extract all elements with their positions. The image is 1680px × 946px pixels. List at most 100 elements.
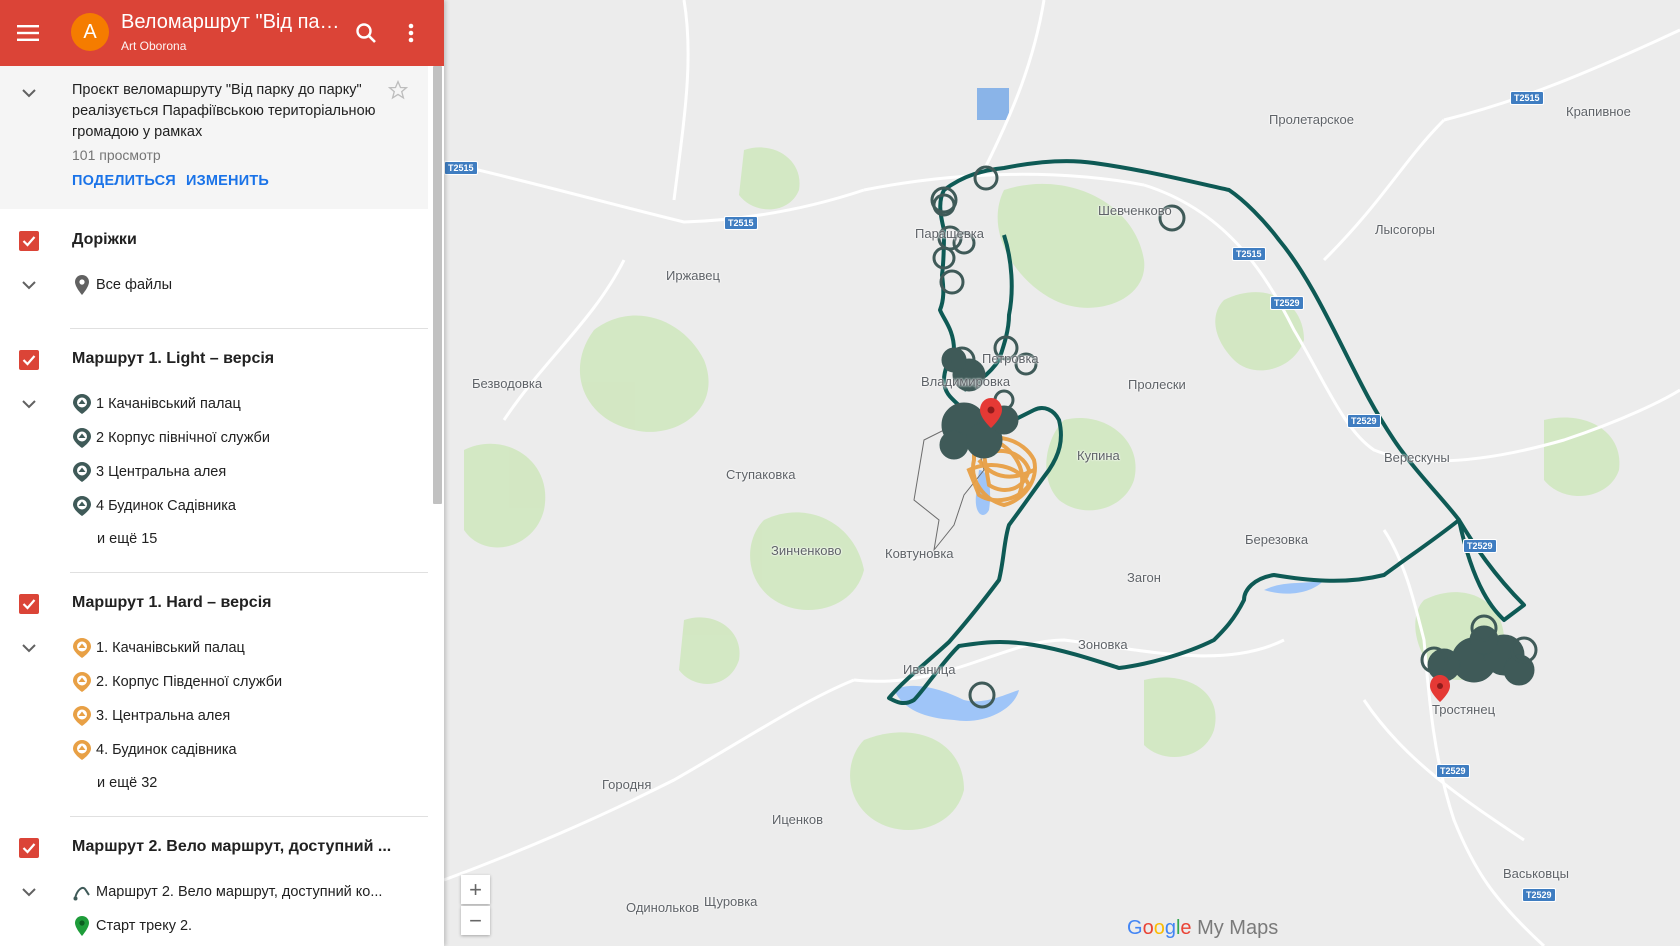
map-header: A Веломаршрут "Від парку до парку" Art O… (0, 0, 444, 66)
collapse-description-button[interactable] (17, 81, 41, 105)
road-shield: T2515 (1510, 91, 1544, 105)
place-label: Ковтуновка (885, 546, 954, 561)
place-label: Щуровка (704, 894, 758, 909)
place-label: Загон (1127, 570, 1161, 585)
view-count: 101 просмотр (72, 147, 161, 163)
layer-title-route2[interactable]: Маршрут 2. Вело маршрут, доступний ... (72, 838, 402, 856)
layer-title-route1-hard[interactable]: Маршрут 1. Hard – версія (72, 594, 402, 612)
place-label: Владимировка (921, 374, 1011, 389)
place-label: Городня (602, 777, 652, 792)
map-description: Проєкт веломаршруту "Від парку до парку"… (72, 82, 376, 140)
layer-checkbox-tracks[interactable] (19, 231, 39, 251)
checkmark-icon (22, 236, 36, 247)
map-canvas[interactable]: Пролетарское Крапивное Шевченково Лысого… (444, 0, 1680, 946)
green-areas (464, 147, 1620, 830)
green-pin-icon (72, 915, 92, 937)
more-items-link[interactable]: и ещё 15 (97, 531, 157, 547)
place-label: Васьковцы (1503, 866, 1569, 881)
checkmark-icon (22, 843, 36, 854)
layer-item[interactable]: 3 Центральна алея (72, 460, 226, 484)
layer-item[interactable]: 4. Будинок садівника (72, 738, 237, 762)
park-marker-icon (72, 637, 92, 659)
layer-divider (70, 572, 428, 573)
layer-divider (70, 328, 428, 329)
layer-checkbox-route1-light[interactable] (19, 350, 39, 370)
layer-checkbox-route1-hard[interactable] (19, 594, 39, 614)
layer-item-label: 2 Корпус північної служби (96, 430, 270, 446)
expand-layer-route1-hard[interactable] (17, 636, 41, 660)
google-my-maps-logo: Google My Maps (1127, 917, 1279, 939)
place-label: Пролески (1128, 377, 1186, 392)
expand-layer-route2[interactable] (17, 880, 41, 904)
line-route-icon (72, 881, 92, 903)
layer-item-label: 3. Центральна алея (96, 708, 231, 724)
expand-layer-tracks[interactable] (17, 273, 41, 297)
layer-item-label: Маршрут 2. Вело маршрут, доступний ко... (96, 884, 383, 900)
place-label: Паращевка (915, 226, 984, 241)
road-shield: T2515 (724, 216, 758, 230)
chevron-down-icon (22, 280, 36, 289)
layer-item[interactable]: Старт треку 2. (72, 914, 192, 938)
park-marker-icon (72, 705, 92, 727)
more-items-link[interactable]: и ещё 32 (97, 775, 157, 791)
place-label: Шевченково (1098, 203, 1172, 218)
road-shield: T2529 (1270, 296, 1304, 310)
layer-item[interactable]: Маршрут 2. Вело маршрут, доступний ко... (72, 880, 382, 904)
share-button[interactable]: ПОДЕЛИТЬСЯ (72, 173, 176, 189)
layer-title-route1-light[interactable]: Маршрут 1. Light – версія (72, 350, 402, 368)
place-label: Крапивное (1566, 104, 1631, 119)
layer-item[interactable]: 1. Качанівський палац (72, 636, 245, 660)
chevron-down-icon (22, 88, 36, 97)
layer-item[interactable]: 4 Будинок Садівника (72, 494, 236, 518)
place-label: Одинольков (626, 900, 700, 915)
road-shield: T2515 (1232, 247, 1266, 261)
map-owner[interactable]: Art Oborona (121, 39, 186, 53)
place-label: Иваница (903, 662, 956, 677)
road-shield: T2529 (1463, 539, 1497, 553)
owner-avatar[interactable]: A (71, 13, 109, 51)
expand-layer-route1-light[interactable] (17, 392, 41, 416)
more-options-button[interactable] (391, 13, 431, 53)
sidebar-panel: A Веломаршрут "Від парку до парку" Art O… (0, 0, 444, 946)
park-marker-icon (72, 393, 92, 415)
layer-item[interactable]: 2 Корпус північної служби (72, 426, 270, 450)
map-base-layer (444, 0, 1680, 946)
search-button[interactable] (346, 13, 386, 53)
park-marker-icon (72, 427, 92, 449)
layer-item-label: Старт треку 2. (96, 918, 193, 934)
layer-item-all-files[interactable]: Все файлы (72, 273, 172, 297)
description-block: Проєкт веломаршруту "Від парку до парку"… (0, 66, 428, 209)
place-label: Иценков (772, 812, 824, 827)
layer-item[interactable]: 3. Центральна алея (72, 704, 230, 728)
park-marker-icon (72, 671, 92, 693)
zoom-in-button[interactable]: + (461, 875, 490, 904)
edit-button[interactable]: ИЗМЕНИТЬ (186, 173, 269, 189)
park-marker-icon (72, 495, 92, 517)
pin-icon (72, 274, 92, 296)
star-outline-icon (387, 79, 409, 100)
sidebar-scrollbar[interactable] (433, 66, 442, 504)
layer-item-label: Все файлы (96, 277, 172, 293)
place-label: Зоновка (1078, 637, 1128, 652)
zoom-out-button[interactable]: − (461, 906, 490, 935)
place-label: Петровка (982, 351, 1039, 366)
more-vert-icon (408, 23, 414, 43)
place-label: Ступаковка (726, 467, 796, 482)
layer-item-label: 4 Будинок Садівника (96, 498, 236, 514)
layer-item[interactable]: 1 Качанівський палац (72, 392, 241, 416)
park-marker-icon (72, 461, 92, 483)
menu-button[interactable] (8, 13, 48, 53)
layer-item[interactable]: 2. Корпус Південної служби (72, 670, 282, 694)
layer-checkbox-route2[interactable] (19, 838, 39, 858)
road-shield: T2529 (1347, 414, 1381, 428)
map-title: Веломаршрут "Від парку до парку" (121, 11, 341, 33)
road-shield: T2529 (1436, 764, 1470, 778)
star-button[interactable] (387, 79, 409, 105)
place-label: Верескуны (1384, 450, 1450, 465)
place-label: Безводовка (472, 376, 543, 391)
layer-divider (70, 816, 428, 817)
layer-title-tracks[interactable]: Доріжки (72, 231, 402, 249)
place-label: Пролетарское (1269, 112, 1354, 127)
layer-item-label: 1. Качанівський палац (96, 640, 245, 656)
place-label: Тростянец (1432, 702, 1496, 717)
